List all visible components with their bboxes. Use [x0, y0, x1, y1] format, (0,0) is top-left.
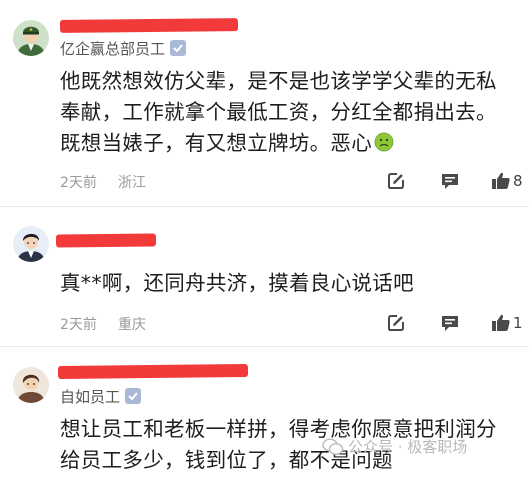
verified-icon [170, 40, 187, 56]
comment-location: 浙江 [118, 175, 146, 191]
comment-text: 他既然想效仿父辈，是不是也该学学父辈的无私 奉献，工作就拿个最低工资，分红全都捐… [60, 66, 520, 159]
verified-icon [125, 388, 142, 404]
comment-icon[interactable] [439, 170, 461, 192]
reply-icon[interactable] [385, 312, 407, 334]
badge-label: 自如员工 [60, 387, 121, 406]
avatar[interactable] [13, 20, 49, 56]
comment-line: 他既然想效仿父辈，是不是也该学学父辈的无私 [60, 69, 497, 93]
comment-time: 2天前 [60, 175, 97, 191]
reply-icon[interactable] [385, 170, 407, 192]
comment-line: 既想当婊子，有又想立牌坊。恶心 [60, 128, 520, 159]
comment-line-text: 既想当婊子，有又想立牌坊。恶心 [60, 131, 372, 155]
like-count: 8 [513, 172, 523, 190]
badge-label: 亿企赢总部员工 [60, 39, 166, 58]
like-icon[interactable] [490, 170, 512, 192]
redacted-username [55, 233, 157, 248]
user-badge: 自如员工 [60, 386, 142, 406]
comment-item: 真**啊，还同舟共济，摸着良心说话吧 2天前 重庆 1 [0, 207, 529, 347]
redacted-username [57, 364, 249, 379]
comment-footer: 2天前 重庆 1 [60, 312, 523, 334]
watermark-text: 公众号 · 极客职场 [348, 438, 468, 456]
comment-item: 自如员工 想让员工和老板一样拼，得考虑你愿意把利润分 给员工多少，钱到位了，都不… [0, 347, 529, 477]
like-icon[interactable] [490, 312, 512, 334]
comment-item: 亿企赢总部员工 他既然想效仿父辈，是不是也该学学父辈的无私 奉献，工作就拿个最低… [0, 0, 529, 207]
nauseated-face-emoji [374, 132, 394, 152]
comment-footer: 2天前 浙江 8 [60, 170, 523, 192]
like-count: 1 [513, 314, 523, 332]
user-badge: 亿企赢总部员工 [60, 38, 187, 58]
wechat-official-account-icon [322, 437, 344, 455]
comment-text: 真**啊，还同舟共济，摸着良心说话吧 [60, 268, 520, 299]
comment-line: 真**啊，还同舟共济，摸着良心说话吧 [60, 271, 414, 295]
comment-line: 奉献，工作就拿个最低工资，分红全都捐出去。 [60, 100, 497, 124]
comment-time: 2天前 [60, 317, 97, 333]
comment-icon[interactable] [439, 312, 461, 334]
avatar[interactable] [13, 367, 49, 403]
avatar[interactable] [13, 226, 49, 262]
watermark: 公众号 · 极客职场 [322, 436, 467, 457]
redacted-username [59, 18, 239, 33]
comment-location: 重庆 [118, 317, 146, 333]
